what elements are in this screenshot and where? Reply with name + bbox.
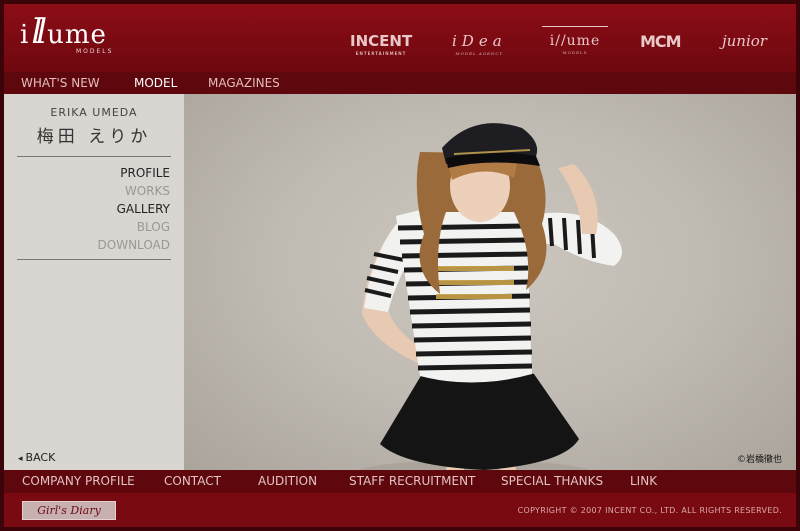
menu-gallery[interactable]: GALLERY [98,200,170,218]
model-name-roman: ERIKA UMEDA [50,106,138,119]
divider [17,156,171,157]
model-name-japanese: 梅田 えりか [36,127,152,147]
back-button[interactable]: ◂ BACK [18,451,55,464]
brand-junior-label: junior [722,32,767,50]
logo-text-right: ume [47,20,107,50]
nav-model[interactable]: MODEL [134,76,177,90]
menu-blog[interactable]: BLOG [98,218,170,236]
menu-works[interactable]: WORKS [98,182,170,200]
brand-illume-sub: MODELS [562,50,588,55]
girls-diary-banner[interactable]: Girl's Diary [22,501,116,520]
photo-credit: ©岩橋徹也 [736,455,782,465]
model-menu: PROFILE WORKS GALLERY BLOG DOWNLOAD [98,164,170,254]
back-arrow-icon: ◂ [18,454,23,464]
brand-incent-label: INCENT [350,32,413,50]
logo-text-left: i [20,20,30,50]
brand-idea-label: iDea [452,32,507,50]
footer-nav-special-thanks[interactable]: SPECIAL THANKS [501,474,603,488]
brand-incent-link[interactable]: INCENT ENTERTAINMENT [350,32,412,56]
brand-incent-sub: ENTERTAINMENT [355,51,407,56]
menu-profile[interactable]: PROFILE [98,164,170,182]
footer-nav-audition[interactable]: AUDITION [258,474,317,488]
menu-download[interactable]: DOWNLOAD [98,236,170,254]
footer-nav-company-profile[interactable]: COMPANY PROFILE [22,474,135,488]
logo-text-slash: ll [31,12,47,52]
footer-nav-link[interactable]: LINK [630,474,657,488]
footer-nav-contact[interactable]: CONTACT [164,474,221,488]
nav-magazines[interactable]: MAGAZINES [208,76,280,90]
divider [17,259,171,260]
brand-illume-link[interactable]: i//ume MODELS [542,26,608,55]
bottom-nav: COMPANY PROFILE CONTACT AUDITION STAFF R… [4,470,796,493]
nav-whats-new[interactable]: WHAT'S NEW [21,76,100,90]
site-logo[interactable]: ill ume MODELS [20,15,111,55]
logo-subtitle: MODELS [76,48,114,55]
brand-mcm-label: MCM [640,32,682,51]
brand-illume-label: i//ume [549,33,601,49]
copyright-text: COPYRIGHT © 2007 INCENT CO., LTD. ALL RI… [517,506,782,515]
footer-nav-staff-recruitment[interactable]: STAFF RECRUITMENT [349,474,475,488]
page-frame: ill ume MODELS INCENT ENTERTAINMENT iDea … [0,0,800,531]
brand-mcm-link[interactable]: MCM [640,32,682,51]
top-nav: WHAT'S NEW MODEL MAGAZINES [4,72,796,94]
brand-idea-link[interactable]: iDea MODEL AGENCY [452,32,507,56]
brand-junior-link[interactable]: junior [722,32,767,50]
model-photo-image [359,123,622,470]
site-footer: Girl's Diary COPYRIGHT © 2007 INCENT CO.… [4,493,796,527]
back-label: BACK [25,451,56,464]
site-header: ill ume MODELS INCENT ENTERTAINMENT iDea … [4,4,796,72]
brand-links: INCENT ENTERTAINMENT iDea MODEL AGENCY i… [344,24,784,64]
model-sidebar: ERIKA UMEDA 梅田 えりか PROFILE WORKS GALLERY… [4,94,184,470]
model-photo: ©岩橋徹也 [184,94,796,470]
brand-idea-sub: MODEL AGENCY [455,51,504,56]
